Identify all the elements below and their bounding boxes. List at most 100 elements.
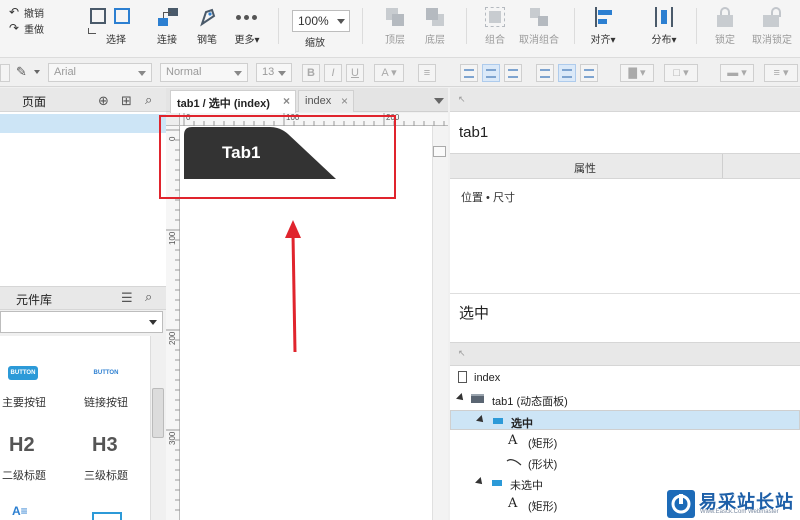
tab-tab1-selected[interactable]: tab1 / 选中 (index) × bbox=[170, 90, 296, 113]
font-size-select[interactable]: 13 bbox=[256, 63, 292, 82]
paragraph-widget-icon[interactable]: A≡ bbox=[12, 504, 28, 518]
pen-button[interactable]: 钢笔 bbox=[192, 6, 222, 50]
align-lines-icon bbox=[508, 69, 518, 78]
state-name-field[interactable]: 选中 bbox=[459, 302, 489, 323]
valign-middle-button[interactable] bbox=[558, 64, 576, 82]
italic-button[interactable]: I bbox=[324, 64, 342, 82]
library-item-label: 主要按钮 bbox=[2, 397, 46, 409]
search-icon[interactable]: ⌕ bbox=[145, 92, 152, 108]
connect-button[interactable]: 连接 bbox=[152, 6, 182, 50]
collapse-arrow-icon[interactable]: ↖ bbox=[458, 348, 466, 359]
distribute-button[interactable]: 分布▾ bbox=[648, 6, 680, 50]
ungroup-button[interactable]: 取消组合 bbox=[516, 6, 562, 50]
library-select[interactable] bbox=[0, 311, 163, 333]
connector-icon bbox=[156, 6, 178, 28]
pages-tree bbox=[0, 112, 166, 286]
menu-icon[interactable]: ☰ bbox=[121, 290, 133, 306]
shadow-button[interactable]: □ ▾ bbox=[664, 64, 698, 82]
align-button[interactable]: 对齐▾ bbox=[588, 6, 618, 50]
align-lines-icon bbox=[540, 69, 550, 78]
inspector-tabs bbox=[450, 153, 800, 179]
underline-button[interactable]: U bbox=[346, 64, 364, 82]
chevron-down-icon: ▾ bbox=[671, 35, 677, 46]
section-divider bbox=[450, 293, 800, 294]
font-style-select[interactable]: Normal bbox=[160, 63, 248, 82]
expand-triangle-icon[interactable] bbox=[456, 393, 466, 403]
pen-icon bbox=[196, 6, 218, 28]
dynamic-panel-icon bbox=[471, 394, 484, 403]
font-family-select[interactable]: Arial bbox=[48, 63, 152, 82]
close-icon[interactable]: × bbox=[283, 94, 290, 108]
library-panel-title: 元件库 bbox=[16, 293, 53, 307]
outline-item-state-selected[interactable]: 选中 bbox=[450, 410, 800, 430]
heading2-preview[interactable]: H2 bbox=[9, 434, 35, 457]
zoom-select[interactable]: 100% bbox=[292, 10, 350, 32]
outline-item-dynamic-panel[interactable]: tab1 (动态面板) bbox=[450, 389, 800, 409]
text-widget-icon: A bbox=[508, 433, 518, 448]
tab-list-chevron-icon[interactable] bbox=[434, 98, 444, 104]
expand-triangle-icon[interactable] bbox=[476, 415, 486, 425]
outline-item-page[interactable]: index bbox=[450, 368, 800, 388]
send-to-back-button[interactable]: 底层 bbox=[420, 6, 450, 50]
unlock-button[interactable]: 取消锁定 bbox=[748, 6, 796, 50]
close-icon[interactable]: × bbox=[341, 94, 348, 108]
library-scroll-thumb[interactable] bbox=[152, 388, 164, 438]
align-lines-icon bbox=[584, 69, 594, 78]
undo-redo-group: ↶ 撤销 ↷ 重做 bbox=[8, 4, 58, 36]
undo-icon: ↶ bbox=[8, 5, 20, 19]
add-page-icon[interactable]: ⊕ bbox=[98, 93, 109, 109]
widget-name-field[interactable]: tab1 bbox=[459, 124, 488, 141]
state-icon bbox=[493, 418, 503, 424]
lock-button[interactable]: 锁定 bbox=[710, 6, 740, 50]
redo-button[interactable]: ↷ 重做 bbox=[8, 20, 58, 36]
tab-index[interactable]: index × bbox=[298, 90, 354, 112]
horizontal-line-widget-icon[interactable] bbox=[92, 512, 122, 520]
fill-color-button[interactable]: ▇ ▾ bbox=[620, 64, 654, 82]
ruler-label: 200 bbox=[168, 331, 177, 345]
group-button[interactable]: 组合 bbox=[480, 6, 510, 50]
style-dropdown-edge[interactable] bbox=[0, 64, 10, 82]
align-center-button[interactable] bbox=[482, 64, 500, 82]
bring-to-front-button[interactable]: 顶层 bbox=[380, 6, 410, 50]
expand-triangle-icon[interactable] bbox=[475, 477, 485, 487]
heading3-preview[interactable]: H3 bbox=[92, 434, 118, 457]
collapse-arrow-icon[interactable]: ↖ bbox=[458, 94, 466, 105]
chevron-down-icon: ▾ bbox=[610, 35, 616, 46]
select-button[interactable]: 选择 bbox=[82, 6, 140, 50]
chevron-down-icon bbox=[234, 71, 242, 76]
position-size-section[interactable]: 位置 • 尺寸 bbox=[461, 189, 515, 205]
distribute-icon bbox=[653, 6, 675, 28]
canvas-scrollbar[interactable] bbox=[432, 126, 448, 520]
outline-item-shape[interactable]: (形状) bbox=[450, 452, 800, 472]
add-folder-icon[interactable]: ⊞ bbox=[121, 93, 132, 109]
search-icon[interactable]: ⌕ bbox=[145, 289, 152, 305]
tab-properties[interactable]: 属性 bbox=[574, 160, 596, 176]
align-lines-icon bbox=[562, 69, 572, 78]
more-button[interactable]: 更多▾ bbox=[230, 6, 264, 50]
group-icon bbox=[484, 6, 506, 28]
bullet-list-button[interactable]: ≡ bbox=[418, 64, 436, 82]
send-back-icon bbox=[424, 6, 446, 28]
format-painter-icon[interactable]: ✎ bbox=[16, 64, 27, 80]
font-color-button[interactable]: A ▾ bbox=[374, 64, 404, 82]
undo-button[interactable]: ↶ 撤销 bbox=[8, 4, 58, 20]
chevron-down-icon bbox=[337, 19, 345, 24]
align-left-icon bbox=[592, 6, 614, 28]
align-right-button[interactable] bbox=[504, 64, 522, 82]
library-item-label: 三级标题 bbox=[84, 470, 128, 482]
toolbar-divider bbox=[466, 8, 467, 44]
page-item-selected[interactable] bbox=[0, 114, 166, 133]
inspector-header bbox=[450, 88, 800, 112]
border-style-button[interactable]: ≡ ▾ bbox=[764, 64, 798, 82]
valign-top-button[interactable] bbox=[536, 64, 554, 82]
valign-bottom-button[interactable] bbox=[580, 64, 598, 82]
canvas-scroll-thumb[interactable] bbox=[433, 146, 446, 157]
tab-divider bbox=[722, 154, 723, 178]
primary-button-preview[interactable]: BUTTON bbox=[8, 366, 38, 380]
outline-item-rectangle[interactable]: A (矩形) bbox=[450, 431, 800, 451]
bold-button[interactable]: B bbox=[302, 64, 320, 82]
chevron-down-icon: ▾ bbox=[254, 35, 260, 46]
border-color-button[interactable]: ▬ ▾ bbox=[720, 64, 754, 82]
align-left-button[interactable] bbox=[460, 64, 478, 82]
link-button-preview[interactable]: BUTTON bbox=[90, 366, 122, 380]
